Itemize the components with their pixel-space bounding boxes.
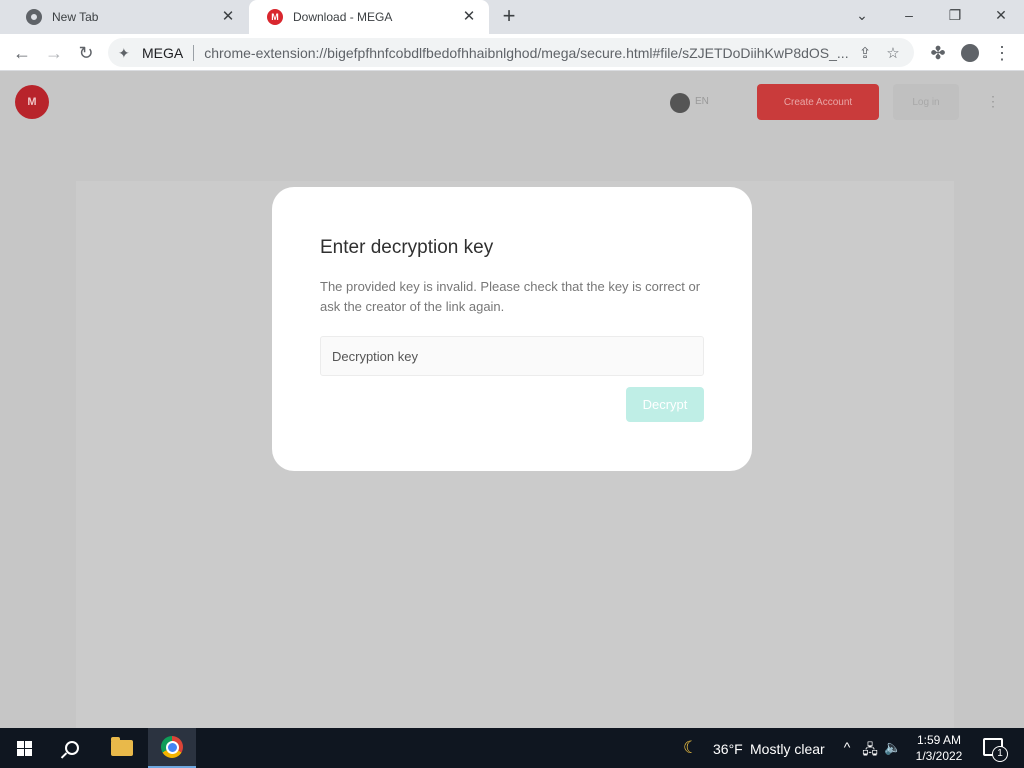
decryption-key-dialog: Enter decryption key The provided key is… (272, 187, 752, 471)
volume-muted-icon[interactable]: 🔈 (884, 739, 902, 756)
reload-button[interactable]: ↻ (72, 39, 100, 67)
back-button[interactable]: ← (8, 39, 36, 67)
search-icon (65, 741, 79, 755)
site-name: MEGA (142, 44, 184, 61)
create-account-button[interactable]: Create Account (757, 84, 879, 120)
tab-download-mega[interactable]: M Download - MEGA ✕ (249, 0, 489, 34)
divider (193, 44, 195, 61)
search-button[interactable] (48, 728, 96, 768)
browser-toolbar: ← → ↻ ✦ MEGA chrome-extension://bigefpfh… (0, 34, 1024, 71)
forward-button[interactable]: → (40, 39, 68, 67)
new-tab-button[interactable]: + (497, 5, 521, 28)
mega-icon: M (267, 9, 283, 25)
mega-header: M EN Create Account Log in ⋮ (0, 71, 1024, 135)
moon-icon[interactable]: ☾ (683, 738, 703, 758)
date: 1/3/2022 (915, 749, 963, 763)
tab-title: Download - MEGA (293, 10, 393, 24)
language-label[interactable]: EN (695, 96, 709, 107)
dialog-message: The provided key is invalid. Please chec… (320, 279, 701, 314)
menu-icon[interactable]: ⋮ (988, 39, 1016, 67)
chevron-up-icon[interactable]: ^ (838, 739, 856, 755)
windows-icon (16, 740, 32, 756)
chrome-icon (161, 736, 183, 758)
extensions-icon[interactable]: ✤ (924, 39, 952, 67)
file-explorer-button[interactable] (98, 728, 146, 768)
chrome-icon (26, 9, 42, 25)
more-menu-icon[interactable]: ⋮ (986, 93, 1000, 113)
network-icon[interactable]: 🖧 (861, 739, 879, 763)
close-tab-icon[interactable]: ✕ (461, 9, 477, 25)
notification-count-badge: 1 (992, 746, 1008, 762)
clock[interactable]: 1:59 AM 1/3/2022 (906, 732, 972, 764)
chrome-taskbar-button[interactable] (148, 728, 196, 768)
login-button[interactable]: Log in (893, 84, 959, 120)
mega-logo[interactable]: M (15, 85, 49, 119)
close-tab-icon[interactable]: ✕ (220, 9, 236, 25)
weather-temp[interactable]: 36°F (713, 741, 743, 757)
time: 1:59 AM (916, 733, 962, 747)
address-bar[interactable]: ✦ MEGA chrome-extension://bigefpfhnfcobd… (108, 38, 914, 67)
restore-button[interactable]: ❐ (932, 0, 978, 30)
url-text[interactable]: chrome-extension://bigefpfhnfcobdlfbedof… (204, 45, 848, 61)
folder-icon (111, 737, 133, 756)
tab-strip: New Tab ✕ M Download - MEGA ✕ + ⌄ – ❐ ✕ (0, 0, 1024, 34)
start-button[interactable] (0, 728, 48, 768)
minimize-button[interactable]: – (886, 0, 932, 30)
decrypt-button[interactable]: Decrypt (626, 387, 704, 422)
close-window-button[interactable]: ✕ (978, 0, 1024, 30)
dialog-title: Enter decryption key (320, 237, 494, 258)
tab-new-tab[interactable]: New Tab ✕ (8, 0, 248, 34)
bookmark-star-icon[interactable]: ☆ (882, 44, 904, 62)
tab-search-icon[interactable]: ⌄ (839, 0, 885, 30)
tab-title: New Tab (52, 10, 99, 24)
language-icon[interactable] (670, 93, 690, 113)
share-icon[interactable]: ⇪ (854, 44, 876, 62)
windows-taskbar: ☾ 36°F Mostly clear ^ 🖧 🔈 1:59 AM 1/3/20… (0, 728, 1024, 768)
extension-icon: ✦ (118, 44, 130, 61)
decryption-key-input[interactable] (320, 336, 704, 376)
profile-icon[interactable] (956, 39, 984, 67)
weather-condition[interactable]: Mostly clear (750, 741, 825, 757)
